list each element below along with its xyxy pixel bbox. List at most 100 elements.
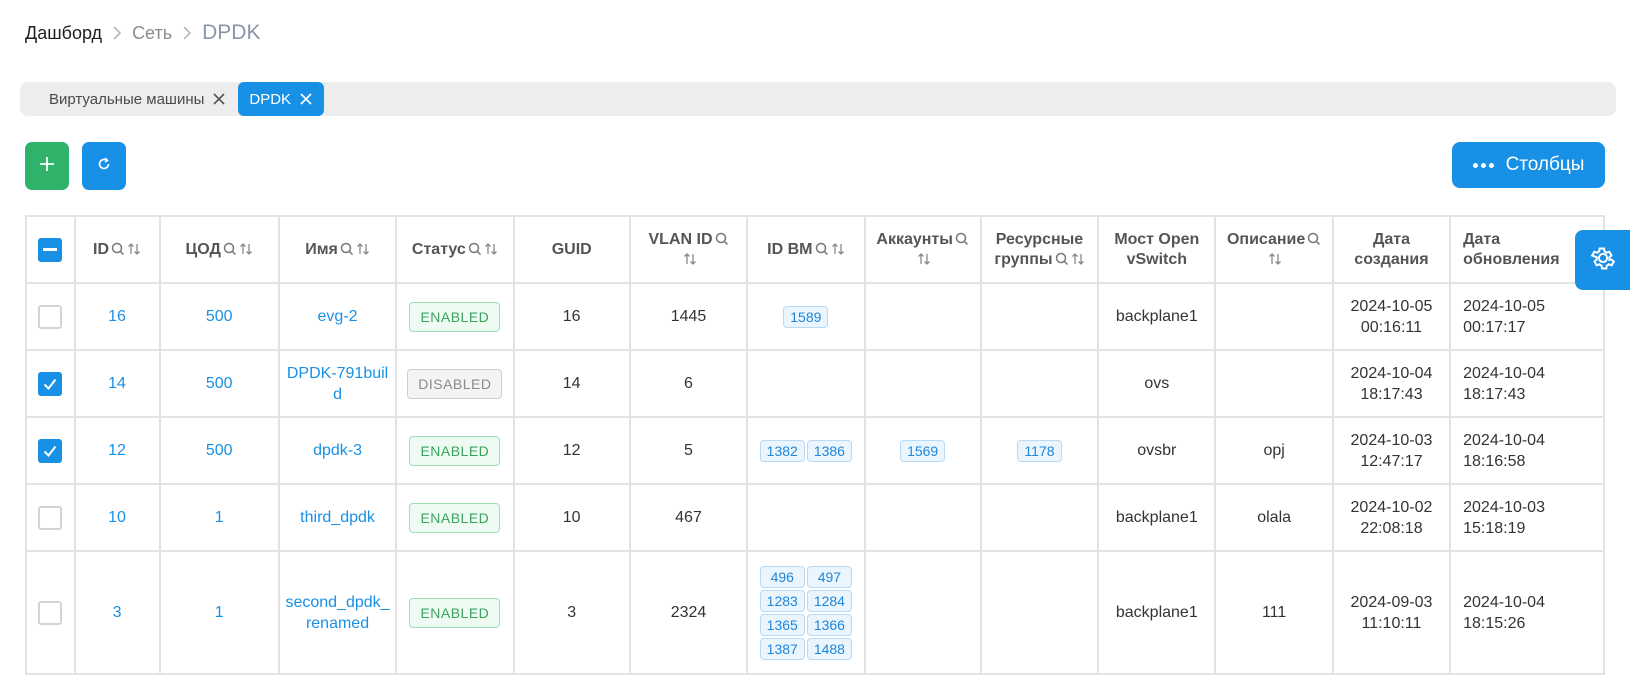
row-updated: 2024-10-04 18:17:43 xyxy=(1449,349,1605,418)
sort-icon[interactable] xyxy=(917,252,931,266)
column-header-name[interactable]: Имя xyxy=(277,215,398,284)
search-icon[interactable] xyxy=(1055,252,1069,266)
sort-icon[interactable] xyxy=(683,252,697,266)
dpdk-table: ID ЦОД Имя Статус GUID VLAN ID ID ВМ Акк… xyxy=(25,215,1605,676)
settings-button[interactable] xyxy=(1575,230,1630,290)
tab-label: Виртуальные машины xyxy=(49,90,205,108)
row-dc-link[interactable]: 500 xyxy=(206,442,233,459)
row-checkbox[interactable] xyxy=(38,505,63,530)
table-row[interactable]: 12 500 dpdk-3 ENABLED 12 5 1382 1386 1569… xyxy=(25,416,1605,485)
row-id-link[interactable]: 10 xyxy=(108,509,126,526)
vm-id-tag[interactable]: 497 xyxy=(806,565,852,588)
column-header-resource-groups[interactable]: Ресурсные группы xyxy=(979,215,1100,284)
vm-id-tag[interactable]: 1386 xyxy=(806,439,852,462)
sort-icon[interactable] xyxy=(831,242,845,256)
tab-label: DPDK xyxy=(249,90,292,108)
row-dc-link[interactable]: 500 xyxy=(206,308,233,325)
sort-icon[interactable] xyxy=(1071,252,1085,266)
row-checkbox[interactable] xyxy=(38,600,63,625)
row-checkbox[interactable] xyxy=(38,438,63,463)
tab-virtual-machines[interactable]: Виртуальные машины xyxy=(20,82,235,116)
column-header-vm-ids[interactable]: ID ВМ xyxy=(746,215,866,284)
row-created: 2024-10-05 00:16:11 xyxy=(1331,282,1452,351)
row-dc-link[interactable]: 1 xyxy=(215,604,224,621)
chevron-right-icon xyxy=(112,26,122,40)
search-icon[interactable] xyxy=(223,242,237,256)
select-all-checkbox[interactable] xyxy=(38,237,63,262)
vm-id-tag[interactable]: 496 xyxy=(759,565,805,588)
row-id-link[interactable]: 12 xyxy=(108,442,126,459)
row-name-link[interactable]: second_dpdk_renamed xyxy=(285,594,389,632)
vm-id-tag[interactable]: 1365 xyxy=(759,613,805,636)
row-description xyxy=(1214,282,1334,351)
vm-id-tag[interactable]: 1366 xyxy=(806,613,852,636)
columns-button-label: Столбцы xyxy=(1505,154,1585,175)
vm-id-tag[interactable]: 1283 xyxy=(759,589,805,612)
table-row[interactable]: 10 1 third_dpdk ENABLED 10 467 backplane… xyxy=(25,483,1605,552)
search-icon[interactable] xyxy=(815,242,829,256)
row-bridge: backplane1 xyxy=(1097,550,1217,675)
row-name-link[interactable]: evg-2 xyxy=(318,308,358,325)
table-row[interactable]: 16 500 evg-2 ENABLED 16 1445 1589 backpl… xyxy=(25,282,1605,351)
search-icon[interactable] xyxy=(468,242,482,256)
sort-icon[interactable] xyxy=(1268,252,1282,266)
row-resource-groups xyxy=(979,483,1100,552)
row-checkbox[interactable] xyxy=(38,371,63,396)
vm-id-tag[interactable]: 1589 xyxy=(783,305,829,328)
search-icon[interactable] xyxy=(1307,232,1321,246)
column-header-id[interactable]: ID xyxy=(73,215,161,284)
column-header-vlan[interactable]: VLAN ID xyxy=(628,215,749,284)
column-header-ovs-bridge: Мост Open vSwitch xyxy=(1097,215,1217,284)
refresh-button[interactable] xyxy=(82,142,126,190)
row-id-link[interactable]: 3 xyxy=(113,604,122,621)
row-guid: 16 xyxy=(512,282,631,351)
row-name-link[interactable]: DPDK-791build xyxy=(287,365,388,403)
status-badge: DISABLED xyxy=(407,368,503,399)
table-row[interactable]: 14 500 DPDK-791build DISABLED 14 6 ovs 2… xyxy=(25,349,1605,418)
close-icon[interactable] xyxy=(213,93,225,105)
breadcrumb-section[interactable]: Сеть xyxy=(132,23,172,44)
row-id-link[interactable]: 14 xyxy=(108,375,126,392)
select-all-cell xyxy=(25,215,76,284)
row-bridge: ovsbr xyxy=(1097,416,1217,485)
column-header-status[interactable]: Статус xyxy=(395,215,515,284)
vm-id-tag[interactable]: 1488 xyxy=(806,637,852,660)
row-updated: 2024-10-04 18:15:26 xyxy=(1449,550,1605,675)
sort-icon[interactable] xyxy=(239,242,253,256)
tab-bar: Виртуальные машины DPDK xyxy=(20,82,1616,116)
row-vm-ids xyxy=(746,349,866,418)
table-row[interactable]: 3 1 second_dpdk_renamed ENABLED 3 2324 4… xyxy=(25,550,1605,675)
column-header-description[interactable]: Описание xyxy=(1214,215,1334,284)
add-button[interactable] xyxy=(25,142,69,190)
search-icon[interactable] xyxy=(340,242,354,256)
breadcrumb-current: DPDK xyxy=(202,21,261,44)
sort-icon[interactable] xyxy=(127,242,141,256)
row-name-link[interactable]: dpdk-3 xyxy=(313,442,362,459)
close-icon[interactable] xyxy=(300,93,312,105)
sort-icon[interactable] xyxy=(356,242,370,256)
row-dc-link[interactable]: 500 xyxy=(206,375,233,392)
row-name-link[interactable]: third_dpdk xyxy=(300,509,375,526)
vm-id-tag[interactable]: 1284 xyxy=(806,589,852,612)
column-header-dc[interactable]: ЦОД xyxy=(158,215,280,284)
tab-dpdk[interactable]: DPDK xyxy=(238,82,325,116)
column-header-accounts[interactable]: Аккаунты xyxy=(863,215,982,284)
vm-id-tag[interactable]: 1382 xyxy=(759,439,805,462)
row-created: 2024-10-04 18:17:43 xyxy=(1331,349,1452,418)
breadcrumb-home[interactable]: Дашборд xyxy=(25,23,102,44)
account-tag[interactable]: 1569 xyxy=(900,439,946,462)
vm-id-tag[interactable]: 1387 xyxy=(759,637,805,660)
status-badge: ENABLED xyxy=(409,301,501,332)
resource-group-tag[interactable]: 1178 xyxy=(1017,439,1062,462)
columns-button[interactable]: Столбцы xyxy=(1452,142,1605,188)
search-icon[interactable] xyxy=(111,242,125,256)
sort-icon[interactable] xyxy=(484,242,498,256)
column-header-guid: GUID xyxy=(512,215,631,284)
search-icon[interactable] xyxy=(715,232,729,246)
row-dc-link[interactable]: 1 xyxy=(215,509,224,526)
row-id-link[interactable]: 16 xyxy=(108,308,126,325)
row-checkbox[interactable] xyxy=(38,304,63,329)
row-resource-groups xyxy=(979,282,1100,351)
status-badge: ENABLED xyxy=(409,435,501,466)
search-icon[interactable] xyxy=(955,232,969,246)
